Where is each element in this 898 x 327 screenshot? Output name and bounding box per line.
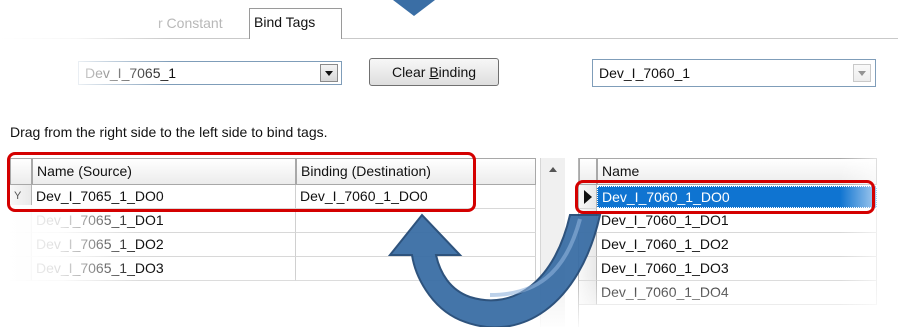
source-device-dropdown-button[interactable] xyxy=(320,64,338,82)
chevron-down-icon xyxy=(858,70,866,76)
clear-binding-mnemonic: B xyxy=(429,64,439,80)
scroll-up-icon[interactable] xyxy=(549,167,557,172)
clear-binding-label-prefix: Clear xyxy=(391,64,430,80)
destination-device-dropdown-button[interactable] xyxy=(853,64,871,82)
curved-drag-arrow-icon xyxy=(387,213,602,327)
chevron-down-icon xyxy=(325,70,333,76)
tab-bind-tags[interactable]: Bind Tags xyxy=(249,8,342,39)
instruction-text: Drag from the right side to the left sid… xyxy=(10,124,328,140)
source-device-select[interactable]: Dev_I_7065_1 xyxy=(78,61,342,85)
tab-strip-divider xyxy=(0,38,898,39)
source-device-value: Dev_I_7065_1 xyxy=(85,65,177,81)
destination-device-value: Dev_I_7060_1 xyxy=(599,65,691,81)
clear-binding-label-suffix: inding xyxy=(438,64,477,80)
vignette-top-left xyxy=(0,0,170,110)
destination-device-select[interactable]: Dev_I_7060_1 xyxy=(592,59,876,87)
table-cell-source[interactable]: Dev_I_7065_1_DO3 xyxy=(32,257,296,281)
table-cell-source[interactable]: Dev_I_7065_1_DO1 xyxy=(32,209,296,233)
clear-binding-button[interactable]: Clear Binding xyxy=(369,58,499,86)
arrow-tip-icon xyxy=(393,0,435,16)
row-selector[interactable] xyxy=(10,257,32,281)
tab-constant[interactable]: r Constant xyxy=(158,15,223,31)
row-selector[interactable] xyxy=(10,233,32,257)
table-cell-source[interactable]: Dev_I_7065_1_DO2 xyxy=(32,233,296,257)
row-selector[interactable] xyxy=(10,209,32,233)
